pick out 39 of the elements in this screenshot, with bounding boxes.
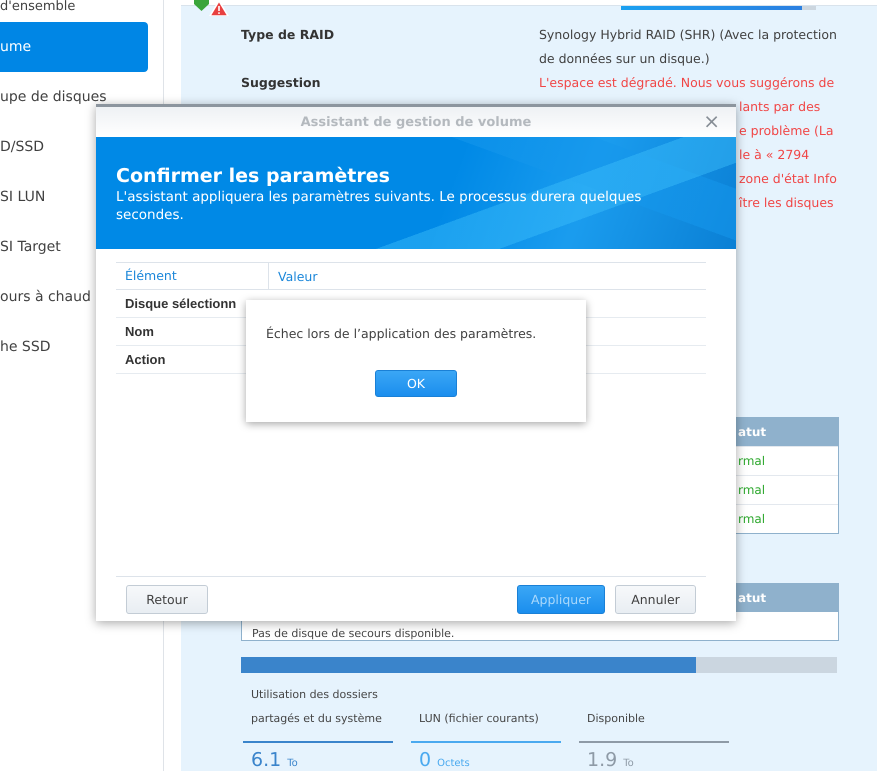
legend-label: Disponible	[586, 711, 646, 727]
status-text: rmal	[738, 454, 766, 468]
info-text: le à « 2794	[739, 146, 810, 164]
legend-value: 0	[419, 749, 432, 771]
legend-unit: To	[287, 758, 298, 769]
sidebar-item[interactable]: upe de disques	[0, 72, 148, 122]
legend-label: Utilisation des dossiers partagés et du système	[250, 687, 383, 727]
legend-unit: Octets	[437, 758, 470, 769]
info-text: lants par des	[739, 98, 820, 116]
dialog-title: Assistant de gestion de volume	[300, 114, 532, 130]
legend-value: 1.9	[587, 749, 618, 771]
info-label: Suggestion	[241, 74, 320, 92]
info-text: Synology Hybrid RAID (SHR) (Avec la protection	[539, 26, 838, 44]
legend-value: 6.1	[251, 749, 282, 771]
row-label: Action	[124, 352, 166, 367]
info-text: zone d'état Info	[739, 170, 837, 188]
row-label: Disque sélectionn	[124, 296, 236, 311]
info-text: e problème (La	[739, 122, 834, 140]
sidebar-item[interactable]: d'ensemble	[0, 0, 148, 22]
info-label: Type de RAID	[241, 26, 334, 44]
alert-message: Échec lors de l’application des paramètres.	[266, 326, 536, 341]
info-text: ître les disques	[739, 194, 834, 212]
column-header: atut	[738, 591, 766, 605]
sidebar-item[interactable]: ume	[0, 22, 148, 72]
wizard-heading: Confirmer les paramètres	[116, 164, 391, 188]
wizard-subtitle: L'assistant appliquera les paramètres suivants. Le processus durera quelques secondes.	[116, 188, 642, 224]
info-text: L'espace est dégradé. Nous vous suggérons de	[539, 74, 836, 92]
dialog-button[interactable]: Annuler	[615, 584, 696, 614]
status-text: rmal	[738, 512, 766, 526]
status-text: rmal	[738, 483, 766, 497]
info-text: de données sur un disque.)	[539, 50, 711, 68]
column-header: Valeur	[277, 268, 318, 284]
legend-unit: To	[623, 758, 634, 769]
empty-message: Pas de disque de secours disponible.	[252, 626, 454, 640]
dialog-button[interactable]: Retour	[126, 584, 208, 614]
row-label: Nom	[124, 324, 154, 339]
column-header: atut	[738, 425, 766, 439]
column-header: Élément	[116, 263, 269, 289]
legend-label: LUN (fichier courants)	[418, 711, 540, 727]
